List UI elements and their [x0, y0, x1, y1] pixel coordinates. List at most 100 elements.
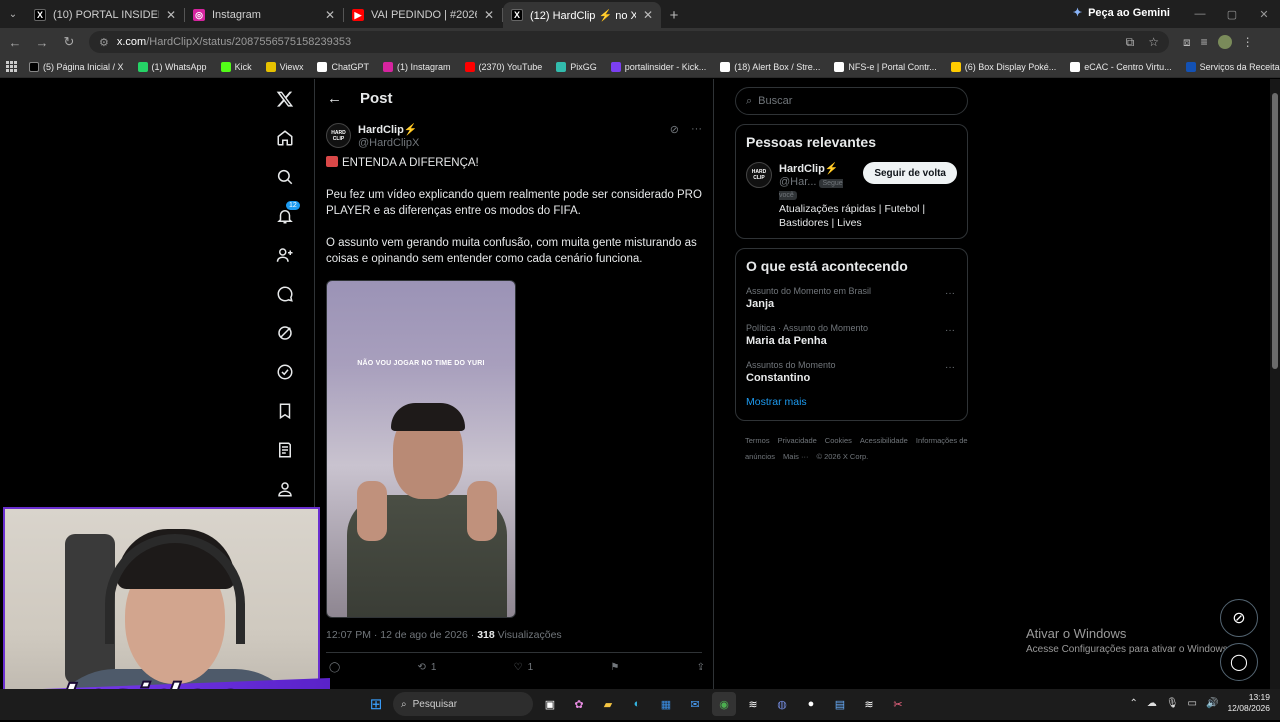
edge-icon[interactable]: ◐	[625, 692, 649, 716]
bookmark-item[interactable]: (1) WhatsApp	[137, 61, 207, 72]
like-button[interactable]: ♡ 1	[514, 662, 534, 673]
author-handle[interactable]: @HardClipX	[358, 137, 419, 149]
new-tab-button[interactable]: +	[661, 2, 687, 28]
person-name[interactable]: HardClip⚡	[779, 162, 856, 175]
bookmark-item[interactable]: (6) Box Display Poké...	[950, 61, 1056, 72]
install-app-icon[interactable]: ⧉	[1126, 35, 1135, 50]
chat-bubble-icon[interactable]	[268, 274, 302, 313]
verified-icon[interactable]	[268, 352, 302, 391]
show-more-link[interactable]: Mostrar mais	[746, 396, 957, 408]
search-input[interactable]: ⌕ Buscar	[735, 87, 968, 115]
maximize-button[interactable]: ▢	[1216, 0, 1248, 28]
close-tab-icon[interactable]: ✕	[166, 8, 176, 22]
share-button[interactable]: ⇪	[697, 662, 705, 673]
chrome-icon[interactable]: ◉	[712, 692, 736, 716]
footer-link[interactable]: Privacidade	[778, 436, 817, 445]
relevant-person[interactable]: HARD CLIP HardClip⚡ @Har... Segue você Se…	[746, 162, 957, 200]
bookmark-item[interactable]: NFS-e | Portal Contr...	[834, 61, 937, 72]
articles-icon[interactable]	[268, 430, 302, 469]
extensions-icon[interactable]: ⧈	[1183, 35, 1191, 50]
app-icon[interactable]: ≋	[857, 692, 881, 716]
minimize-button[interactable]: —	[1184, 0, 1216, 28]
app-icon[interactable]: ▤	[828, 692, 852, 716]
bookmark-item[interactable]: Kick	[220, 61, 252, 72]
bookmark-item[interactable]: portalinsider - Kick...	[610, 61, 706, 72]
store-icon[interactable]: ▦	[654, 692, 678, 716]
author-avatar[interactable]: HARD CLIP	[326, 123, 351, 148]
bookmark-item[interactable]: (1) Instagram	[382, 61, 451, 72]
close-tab-icon[interactable]: ✕	[643, 8, 653, 22]
messages-fab-button[interactable]: ◯	[1220, 643, 1258, 681]
volume-icon[interactable]: 🔊	[1206, 698, 1218, 709]
trend-item[interactable]: Assuntos do Momento Constantino ···	[746, 360, 957, 384]
taskbar-search[interactable]: ⌕ Pesquisar	[393, 692, 533, 716]
more-options-icon[interactable]: ···	[945, 362, 955, 373]
more-options-icon[interactable]: ···	[691, 123, 702, 136]
profile-icon[interactable]	[268, 469, 302, 508]
bookmark-item[interactable]: (2370) YouTube	[464, 61, 542, 72]
back-button[interactable]: ←	[3, 30, 27, 54]
bookmark-star-icon[interactable]: ☆	[1148, 35, 1159, 50]
browser-tab[interactable]: X(12) HardClip ⚡ no X: "🚨✕	[503, 2, 661, 28]
browser-tab[interactable]: ▶VAI PEDINDO | #2026 - YouTub...✕	[344, 2, 502, 28]
bookmark-item[interactable]: ChatGPT	[317, 61, 369, 72]
bookmark-item[interactable]: PixGG	[556, 61, 597, 72]
bookmark-item[interactable]: Viewx	[265, 61, 303, 72]
bookmarks-icon[interactable]	[268, 391, 302, 430]
onedrive-icon[interactable]: ☁	[1147, 698, 1157, 709]
footer-link[interactable]: © 2026 X Corp.	[816, 452, 868, 461]
more-options-icon[interactable]: ···	[945, 288, 955, 299]
footer-link[interactable]: Termos	[745, 436, 770, 445]
snipping-tool-icon[interactable]: ✂	[886, 692, 910, 716]
back-arrow-icon[interactable]: ←	[327, 90, 342, 107]
bookmark-item[interactable]: (5) Página Inicial / X	[29, 61, 124, 72]
task-view-icon[interactable]: ▣	[538, 692, 562, 716]
site-info-icon[interactable]: ⚙	[99, 36, 109, 49]
bookmark-item[interactable]: eCAC - Centro Virtu...	[1070, 61, 1172, 72]
browser-tab[interactable]: X(10) PORTAL INSIDER (@Portal...✕	[26, 2, 184, 28]
browser-tab[interactable]: ◎ Instagram ✕	[185, 2, 343, 28]
gemini-button[interactable]: ✦ Peça ao Gemini	[1073, 6, 1170, 20]
copilot-icon[interactable]: ✿	[567, 692, 591, 716]
mail-icon[interactable]: ✉	[683, 692, 707, 716]
trend-item[interactable]: Assunto do Momento em Brasil Janja ···	[746, 286, 957, 310]
chevron-up-icon[interactable]: ⌃	[1129, 698, 1137, 709]
footer-link[interactable]: Acessibilidade	[860, 436, 908, 445]
repost-button[interactable]: ⟲ 1	[417, 662, 436, 673]
mic-icon[interactable]: 🎙	[1166, 698, 1179, 709]
tab-search-icon[interactable]: ⌄	[0, 0, 26, 28]
close-tab-icon[interactable]: ✕	[484, 8, 494, 22]
bookmark-button[interactable]: ⚑	[610, 662, 619, 673]
explore-search-icon[interactable]	[268, 157, 302, 196]
bookmark-item[interactable]: (18) Alert Box / Stre...	[720, 61, 820, 72]
forward-button[interactable]: →	[30, 30, 54, 54]
reload-button[interactable]: ↻	[57, 30, 81, 54]
footer-link[interactable]: Cookies	[825, 436, 852, 445]
close-tab-icon[interactable]: ✕	[325, 8, 335, 22]
discord-icon[interactable]: ◍	[770, 692, 794, 716]
person-avatar[interactable]: HARD CLIP	[746, 162, 772, 188]
profile-avatar[interactable]	[1217, 35, 1232, 49]
file-explorer-icon[interactable]: ▰	[596, 692, 620, 716]
home-icon[interactable]	[268, 118, 302, 157]
grok-icon[interactable]	[268, 313, 302, 352]
network-icon[interactable]: ▭	[1188, 698, 1197, 709]
follow-back-button[interactable]: Seguir de volta	[863, 162, 957, 184]
app-icon[interactable]: ≋	[741, 692, 765, 716]
grok-explain-icon[interactable]: ⊘	[670, 123, 679, 136]
apps-grid-icon[interactable]	[6, 60, 17, 73]
scrollbar-thumb[interactable]	[1272, 93, 1278, 369]
browser-menu-icon[interactable]: ⋮	[1242, 35, 1254, 49]
post-video[interactable]: NÃO VOU JOGAR NO TIME DO YURI	[326, 280, 516, 618]
clock[interactable]: 13:19 12/08/2026	[1227, 692, 1270, 714]
reply-button[interactable]: ◯	[329, 662, 340, 673]
footer-link[interactable]: Mais ···	[783, 452, 808, 461]
trend-item[interactable]: Política · Assunto do Momento Maria da Pe…	[746, 323, 957, 347]
bookmark-item[interactable]: Serviços da Receita...	[1185, 61, 1280, 72]
reading-list-icon[interactable]: ≡	[1201, 35, 1208, 49]
obs-icon[interactable]: ●	[799, 692, 823, 716]
author-name[interactable]: HardClip⚡	[358, 123, 419, 136]
url-input[interactable]: ⚙ x.com/HardClipX/status/208755657515823…	[89, 31, 1169, 53]
grok-fab-button[interactable]: ⊘	[1220, 599, 1258, 637]
notifications-bell-icon[interactable]: 12	[268, 196, 302, 235]
